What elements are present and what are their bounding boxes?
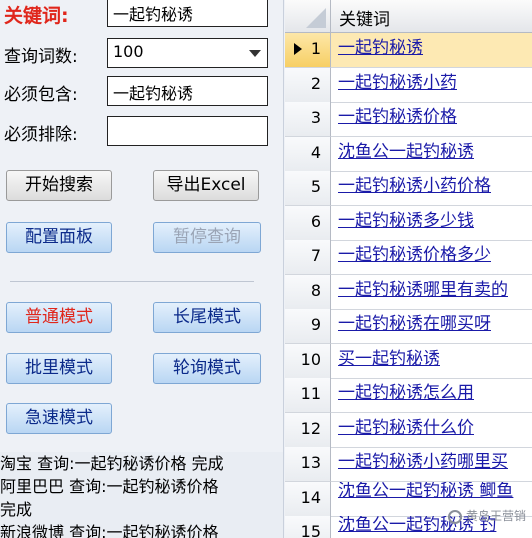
log-line: 淘宝 查询:一起钓秘诱价格 完成	[0, 454, 224, 473]
row-number-text: 14	[300, 488, 321, 507]
column-header-keyword[interactable]: 关键词	[331, 0, 532, 33]
row-number-text: 7	[310, 246, 321, 265]
keyword-cell[interactable]: 一起钓秘诱怎么用	[331, 378, 532, 413]
wechat-icon	[447, 509, 462, 524]
keyword-cell[interactable]: 一起钓秘诱哪里有卖的	[331, 275, 532, 310]
row-number[interactable]: 9	[285, 309, 331, 344]
row-number[interactable]: 13	[285, 447, 331, 482]
keyword-cell[interactable]: 一起钓秘诱小药价格	[331, 171, 532, 206]
row-number[interactable]: 15	[285, 516, 331, 538]
row-number-text: 12	[300, 419, 321, 438]
longtail-mode-button[interactable]: 长尾模式	[153, 302, 261, 333]
keyword-tool-window: 关键词: 一起钓秘诱 查询词数: 100 必须包含: 一起钓秘诱 必须排除: 开…	[0, 0, 532, 538]
row-number[interactable]: 11	[285, 378, 331, 413]
row-number[interactable]: 1	[285, 33, 331, 68]
keyword-cell[interactable]: 一起钓秘诱价格多少	[331, 240, 532, 275]
include-input[interactable]: 一起钓秘诱	[107, 76, 268, 106]
row-number[interactable]: 6	[285, 206, 331, 241]
normal-mode-button[interactable]: 普通模式	[6, 302, 112, 333]
current-row-pointer-icon	[294, 43, 302, 55]
row-number[interactable]: 10	[285, 344, 331, 379]
row-number[interactable]: 3	[285, 102, 331, 137]
pause-query-button[interactable]: 暂停查询	[153, 222, 261, 253]
dropdown-arrow-icon	[249, 50, 261, 57]
grid-corner[interactable]	[285, 0, 331, 33]
count-value: 100	[113, 42, 144, 61]
row-number[interactable]: 5	[285, 171, 331, 206]
section-divider	[10, 281, 254, 282]
query-panel: 关键词: 一起钓秘诱 查询词数: 100 必须包含: 一起钓秘诱 必须排除: 开…	[0, 0, 284, 538]
log-line: 完成	[0, 500, 33, 519]
watermark-text: 黄岛王营销	[465, 509, 526, 523]
row-number-text: 2	[310, 74, 321, 93]
row-number-text: 8	[310, 281, 321, 300]
row-number-text: 10	[300, 350, 321, 369]
keyword-cell[interactable]: 一起钓秘诱价格	[331, 102, 532, 137]
row-number-text: 6	[310, 212, 321, 231]
row-number[interactable]: 12	[285, 413, 331, 448]
row-number[interactable]: 7	[285, 240, 331, 275]
status-log: 淘宝 查询:一起钓秘诱价格 完成 阿里巴巴 查询:一起钓秘诱价格 完成 新浪微博…	[0, 452, 283, 538]
row-number[interactable]: 2	[285, 68, 331, 103]
keyword-cell[interactable]: 买一起钓秘诱	[331, 344, 532, 379]
keyword-cell[interactable]: 一起钓秘诱小药	[331, 68, 532, 103]
row-number-text: 9	[310, 315, 321, 334]
select-all-icon	[306, 8, 326, 28]
results-grid: 关键词 1 一起钓秘诱 2 一起钓秘诱小药 3 一起钓秘诱价格 4 沈鱼公一起钓秘诱 5 一起钓秘…	[285, 0, 532, 538]
config-panel-button[interactable]: 配置面板	[6, 222, 112, 253]
row-number-text: 3	[310, 108, 321, 127]
row-number[interactable]: 8	[285, 275, 331, 310]
row-number-text: 11	[300, 384, 321, 403]
exclude-label: 必须排除:	[4, 125, 78, 145]
count-label: 查询词数:	[4, 47, 78, 67]
keyword-cell[interactable]: 一起钓秘诱多少钱	[331, 206, 532, 241]
row-number-text: 1	[310, 39, 321, 58]
row-number-text: 13	[300, 453, 321, 472]
exclude-input[interactable]	[107, 116, 268, 146]
row-number-text: 15	[300, 522, 321, 538]
fast-mode-button[interactable]: 急速模式	[6, 403, 112, 434]
include-label: 必须包含:	[4, 85, 78, 105]
log-line: 新浪微博 查询:一起钓秘诱价格	[0, 523, 219, 538]
keyword-label: 关键词:	[4, 5, 69, 27]
batch-mode-button[interactable]: 批里模式	[6, 353, 112, 384]
keyword-cell[interactable]: 一起钓秘诱	[331, 33, 532, 68]
watermark: 黄岛王营销	[447, 507, 526, 524]
keyword-cell[interactable]: 一起钓秘诱小药哪里买	[331, 447, 532, 482]
row-number-text: 4	[310, 143, 321, 162]
log-line: 阿里巴巴 查询:一起钓秘诱价格	[0, 477, 219, 496]
count-select[interactable]: 100	[107, 38, 268, 68]
keyword-input[interactable]: 一起钓秘诱	[107, 0, 268, 27]
start-search-button[interactable]: 开始搜索	[6, 170, 112, 201]
export-excel-button[interactable]: 导出Excel	[153, 170, 259, 201]
keyword-cell[interactable]: 一起钓秘诱在哪买呀	[331, 309, 532, 344]
row-number-text: 5	[310, 177, 321, 196]
row-number[interactable]: 14	[285, 482, 331, 517]
row-number[interactable]: 4	[285, 137, 331, 172]
poll-mode-button[interactable]: 轮询模式	[153, 353, 261, 384]
keyword-cell[interactable]: 沈鱼公一起钓秘诱	[331, 137, 532, 172]
keyword-cell[interactable]: 一起钓秘诱什么价	[331, 413, 532, 448]
